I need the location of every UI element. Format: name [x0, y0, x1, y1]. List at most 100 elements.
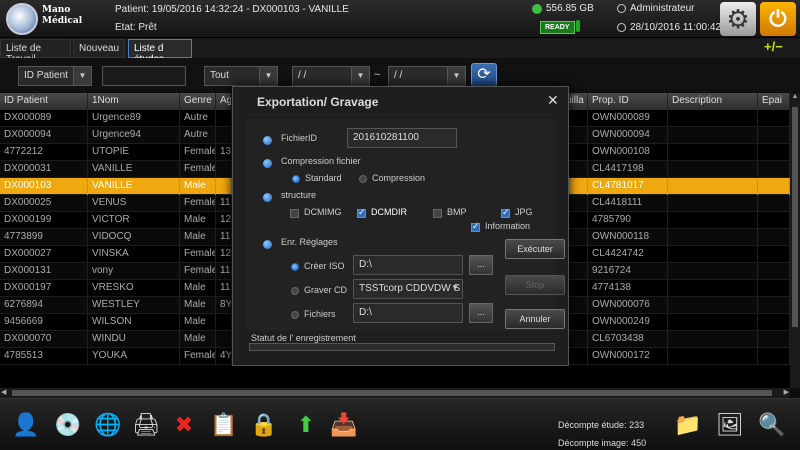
folder-icon: 📁 — [674, 412, 702, 437]
bullet-icon — [263, 193, 272, 202]
cell-prop: CL6703438 — [588, 331, 668, 348]
cell-nom: Urgence89 — [88, 110, 180, 127]
dcmdir-checkbox[interactable] — [357, 207, 366, 218]
close-icon[interactable]: ✕ — [547, 92, 559, 109]
cell-genre: Male — [180, 178, 216, 195]
standard-radio[interactable] — [292, 175, 300, 183]
cell-prop: CL4418111 — [588, 195, 668, 212]
add-image-button[interactable]: 🖼 — [714, 409, 746, 441]
cell-prop: OWN000108 — [588, 144, 668, 161]
cell-age: 11 — [216, 280, 232, 297]
standard-label: Standard — [305, 173, 342, 183]
upload-button[interactable]: ⬆ — [290, 409, 322, 441]
col-age[interactable]: Ag — [216, 93, 232, 110]
network-button[interactable]: 🌐 — [92, 409, 124, 441]
graver-cd-radio[interactable] — [291, 287, 299, 295]
edit-list-button[interactable]: 📋 — [208, 409, 240, 441]
tab-nouveau[interactable]: Nouveau — [73, 39, 125, 58]
power-icon: ⏻ — [769, 6, 787, 31]
stop-button[interactable]: Stop — [505, 275, 565, 295]
image-count-label: Décompte image: — [558, 438, 629, 448]
information-checkbox[interactable] — [471, 221, 480, 232]
date-range-separator: ~ — [374, 69, 381, 81]
cell-genre: Female — [180, 195, 216, 212]
cell-desc — [668, 144, 758, 161]
dcmimg-checkbox[interactable] — [290, 209, 299, 218]
browse-fichiers-button[interactable]: ... — [469, 303, 493, 323]
tab-liste-etudes[interactable]: Liste d études — [128, 39, 192, 65]
scroll-left-icon[interactable]: ◀ — [1, 388, 6, 396]
patient-value: 19/05/2016 14:32:24 - DX000103 - VANILLE — [151, 4, 349, 15]
fichiers-radio[interactable] — [291, 311, 299, 319]
datetime-value: 28/10/2016 11:00:42 — [630, 22, 722, 33]
cell-genre: Male — [180, 280, 216, 297]
fichier-id-input[interactable]: 201610281100 — [347, 128, 457, 148]
lock-button[interactable]: 🔒 — [248, 409, 280, 441]
date-to-field[interactable]: / / ▼ — [388, 66, 466, 86]
search-image-button[interactable]: 🔍 — [756, 409, 788, 441]
cell-desc — [668, 348, 758, 365]
cell-epai — [758, 331, 790, 348]
settings-button[interactable]: ⚙ — [720, 2, 756, 36]
import-button[interactable]: 📥 — [328, 409, 360, 441]
cell-age: 11 — [216, 229, 232, 246]
expand-collapse-button[interactable]: +/− — [764, 39, 783, 54]
cell-prop: OWN000076 — [588, 297, 668, 314]
graver-cd-select[interactable]: TSSTcorp CDDVDW S ▼ — [353, 279, 463, 299]
refresh-button[interactable]: ⟳ — [471, 63, 497, 87]
cell-id: DX000070 — [0, 331, 88, 348]
open-folder-button[interactable]: 📁 — [672, 409, 704, 441]
executer-button[interactable]: Exécuter — [505, 239, 565, 259]
chevron-down-icon: ▼ — [73, 67, 91, 85]
scope-select[interactable]: Tout ▼ — [204, 66, 278, 86]
bmp-checkbox[interactable] — [433, 209, 442, 218]
creer-iso-path[interactable]: D:\ — [353, 255, 463, 275]
clock-icon — [617, 23, 626, 32]
dcmdir-label: DCMDIR — [371, 207, 407, 217]
patient-info-button[interactable]: 👤 — [10, 409, 42, 441]
print-button[interactable]: 🖨 — [130, 409, 162, 441]
cell-age — [216, 331, 232, 348]
export-dialog: Exportation/ Gravage ✕ FichierID 2016102… — [232, 86, 569, 366]
cell-id: DX000131 — [0, 263, 88, 280]
compression-radio[interactable] — [359, 175, 367, 183]
cell-desc — [668, 297, 758, 314]
horizontal-scrollbar[interactable]: ◀ ▶ — [0, 388, 790, 398]
power-button[interactable]: ⏻ — [760, 2, 796, 36]
cell-prop: 4785790 — [588, 212, 668, 229]
thermometer-icon — [576, 20, 580, 32]
cell-desc — [668, 161, 758, 178]
hscroll-thumb[interactable] — [12, 390, 772, 396]
graver-cd-label: Graver CD — [304, 285, 348, 295]
annuler-button[interactable]: Annuler — [505, 309, 565, 329]
burn-disc-button[interactable]: 💿 — [52, 409, 84, 441]
vertical-scrollbar[interactable]: ▲ — [790, 93, 800, 388]
scroll-right-icon[interactable]: ▶ — [784, 388, 789, 396]
field-select[interactable]: ID Patient ▼ — [18, 66, 92, 86]
col-epai[interactable]: Epai — [758, 93, 790, 110]
cell-nom: VANILLE — [88, 178, 180, 195]
structure-label: structure — [281, 190, 317, 200]
cell-prop: OWN000172 — [588, 348, 668, 365]
scroll-thumb[interactable] — [792, 107, 798, 327]
cell-genre: Male — [180, 314, 216, 331]
col-prop-id[interactable]: Prop. ID — [588, 93, 668, 110]
date-from-field[interactable]: / / ▼ — [292, 66, 370, 86]
jpg-checkbox[interactable] — [501, 207, 510, 218]
browse-iso-button[interactable]: ... — [469, 255, 493, 275]
tab-liste-de-travail[interactable]: Liste de Travail — [0, 39, 71, 65]
cell-nom: YOUKA — [88, 348, 180, 365]
search-input[interactable] — [102, 66, 186, 86]
delete-button[interactable]: ✖ — [168, 409, 200, 441]
scroll-up-icon[interactable]: ▲ — [790, 93, 800, 105]
cell-nom: VICTOR — [88, 212, 180, 229]
col-nom[interactable]: 1Nom — [88, 93, 180, 110]
bullet-icon — [263, 240, 272, 249]
logo-line1: Mano — [42, 5, 71, 15]
date-from-value: / / — [298, 70, 307, 81]
creer-iso-radio[interactable] — [291, 263, 299, 271]
col-genre[interactable]: Genre — [180, 93, 216, 110]
col-description[interactable]: Description — [668, 93, 758, 110]
col-id-patient[interactable]: ID Patient — [0, 93, 88, 110]
fichiers-path[interactable]: D:\ — [353, 303, 463, 323]
